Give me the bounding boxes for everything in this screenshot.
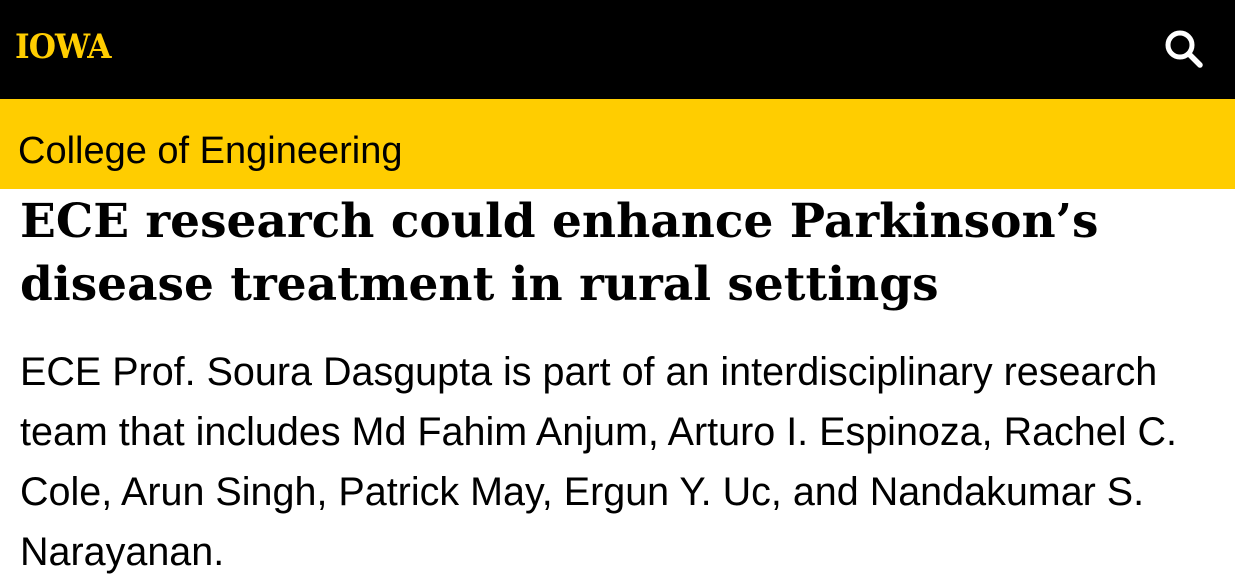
article-title: ECE research could enhance Parkinson’s d… xyxy=(20,194,1099,312)
iowa-logo-link[interactable]: IOWA xyxy=(15,27,112,67)
article-summary: ECE Prof. Soura Dasgupta is part of an i… xyxy=(20,350,1177,574)
global-header: IOWA xyxy=(0,0,1235,99)
college-of-engineering-link[interactable]: College of Engineering xyxy=(18,128,403,174)
search-button[interactable] xyxy=(1158,24,1208,74)
search-icon xyxy=(1158,24,1208,74)
